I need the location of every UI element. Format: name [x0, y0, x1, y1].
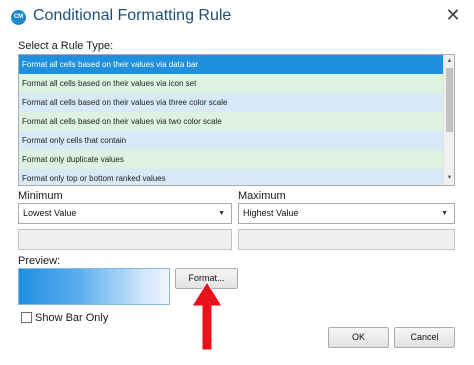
minimum-type-value: Lowest Value — [23, 208, 77, 218]
rule-type-label: Select a Rule Type: — [18, 40, 114, 52]
rule-item-top-bottom-ranked[interactable]: Format only top or bottom ranked values — [19, 169, 443, 185]
data-bar-preview — [18, 268, 170, 305]
maximum-label: Maximum — [238, 190, 286, 202]
rule-type-list[interactable]: Format all cells based on their values v… — [18, 54, 455, 186]
rule-item-cells-contain[interactable]: Format only cells that contain — [19, 131, 443, 150]
rule-list-scrollbar[interactable]: ▲ ▼ — [443, 55, 454, 185]
rule-item-three-color-scale[interactable]: Format all cells based on their values v… — [19, 93, 443, 112]
app-logo-icon: CM — [11, 10, 26, 25]
preview-label: Preview: — [18, 255, 61, 267]
rule-item-icon-set[interactable]: Format all cells based on their values v… — [19, 74, 443, 93]
chevron-down-icon: ▼ — [218, 210, 225, 217]
window-title: Conditional Formatting Rule — [33, 7, 232, 24]
cancel-button[interactable]: Cancel — [394, 327, 455, 348]
scroll-down-icon[interactable]: ▼ — [444, 173, 454, 184]
title-bar: CM Conditional Formatting Rule ✕ — [0, 0, 474, 36]
rule-item-duplicate-values[interactable]: Format only duplicate values — [19, 150, 443, 169]
ok-button[interactable]: OK — [328, 327, 389, 348]
maximum-type-value: Highest Value — [243, 208, 299, 218]
minimum-type-select[interactable]: Lowest Value ▼ — [18, 203, 232, 224]
rule-item-two-color-scale[interactable]: Format all cells based on their values v… — [19, 112, 443, 131]
chevron-down-icon: ▼ — [441, 210, 448, 217]
scroll-thumb[interactable] — [446, 68, 453, 132]
minimum-label: Minimum — [18, 190, 63, 202]
show-bar-only-label[interactable]: Show Bar Only — [35, 312, 108, 324]
show-bar-only-checkbox[interactable] — [21, 312, 32, 323]
minimum-value-field[interactable] — [18, 229, 232, 250]
scroll-up-icon[interactable]: ▲ — [444, 56, 454, 67]
close-icon[interactable]: ✕ — [440, 4, 466, 26]
maximum-value-field[interactable] — [238, 229, 455, 250]
maximum-type-select[interactable]: Highest Value ▼ — [238, 203, 455, 224]
annotation-arrow-icon — [191, 281, 223, 351]
rule-item-data-bar[interactable]: Format all cells based on their values v… — [19, 55, 443, 74]
